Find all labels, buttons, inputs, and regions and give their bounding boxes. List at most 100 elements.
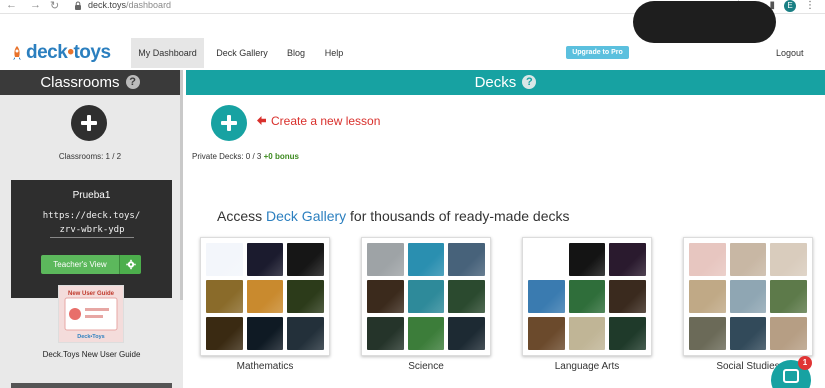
deck-thumbnail[interactable] bbox=[568, 243, 606, 276]
bonus-count: +0 bonus bbox=[263, 152, 299, 161]
deck-thumbnail[interactable] bbox=[407, 243, 445, 276]
chat-notification-badge: 1 bbox=[798, 356, 812, 370]
deck-thumbnail-grid bbox=[206, 243, 324, 350]
upgrade-to-pro-button[interactable]: Upgrade to Pro bbox=[566, 46, 629, 59]
deck-thumbnail[interactable] bbox=[206, 317, 243, 350]
deck-thumbnail[interactable] bbox=[568, 317, 606, 350]
guide-thumb-title: New User Guide bbox=[68, 291, 115, 297]
url-path: /dashboard bbox=[126, 0, 172, 10]
classroom-settings-button[interactable] bbox=[119, 255, 141, 274]
create-lesson-label: Create a new lesson bbox=[271, 114, 381, 128]
decks-title: Decks bbox=[474, 74, 517, 91]
deck-thumbnail[interactable] bbox=[287, 243, 324, 276]
deck-thumbnail[interactable] bbox=[729, 317, 767, 350]
deck-thumbnail-grid bbox=[367, 243, 485, 350]
deck-category-card[interactable] bbox=[200, 237, 330, 356]
deck-thumbnail[interactable] bbox=[770, 317, 807, 350]
chat-icon bbox=[783, 369, 799, 383]
deck-category-label[interactable]: Mathematics bbox=[200, 361, 330, 372]
deck-category-label[interactable]: Science bbox=[361, 361, 491, 372]
user-guide-image: New User Guide Deck•Toys bbox=[59, 286, 123, 342]
deck-thumbnail[interactable] bbox=[689, 317, 726, 350]
profile-avatar[interactable]: E bbox=[784, 0, 796, 12]
add-classroom-button[interactable] bbox=[71, 105, 107, 141]
deck-thumbnail[interactable] bbox=[367, 280, 404, 313]
logo-text: deck•toys bbox=[26, 42, 111, 63]
decks-header: Decks ? bbox=[186, 70, 825, 95]
deck-thumbnail[interactable] bbox=[367, 243, 404, 276]
logout-link[interactable]: Logout bbox=[776, 38, 804, 68]
url-field[interactable]: deck.toys/dashboard bbox=[88, 0, 171, 10]
user-guide-label[interactable]: Deck.Toys New User Guide bbox=[0, 350, 183, 359]
deck-thumbnail[interactable] bbox=[407, 280, 445, 313]
deck-thumbnail[interactable] bbox=[206, 243, 243, 276]
deck-thumbnail[interactable] bbox=[568, 280, 606, 313]
deck-thumbnail[interactable] bbox=[609, 280, 646, 313]
deck-thumbnail[interactable] bbox=[367, 317, 404, 350]
teacher-view-button[interactable]: Teacher's View bbox=[41, 255, 119, 274]
classrooms-help-icon[interactable]: ? bbox=[125, 75, 140, 89]
classrooms-sidebar: Classrooms ? Classrooms: 1 / 2 Prueba1 h… bbox=[0, 70, 183, 388]
deck-thumbnail[interactable] bbox=[246, 317, 284, 350]
deck-thumbnail[interactable] bbox=[246, 243, 284, 276]
classroom-name: Prueba1 bbox=[72, 190, 111, 201]
deck-thumbnail[interactable] bbox=[528, 280, 565, 313]
deck-thumbnail[interactable] bbox=[246, 280, 284, 313]
deck-thumbnail[interactable] bbox=[448, 243, 485, 276]
create-lesson-link[interactable]: Create a new lesson bbox=[256, 114, 380, 128]
guide-thumb-brand: Deck•Toys bbox=[77, 334, 105, 340]
arrow-left-icon bbox=[257, 116, 266, 125]
back-icon[interactable]: ← bbox=[6, 0, 17, 11]
classroom-code: zrv-wbrk-ydp bbox=[50, 225, 134, 238]
deck-thumbnail[interactable] bbox=[407, 317, 445, 350]
classroom-url: https://deck.toys/ bbox=[42, 211, 141, 221]
deck-thumbnail[interactable] bbox=[609, 317, 646, 350]
deck-thumbnail[interactable] bbox=[448, 280, 485, 313]
deck-thumbnail[interactable] bbox=[770, 243, 807, 276]
deck-thumbnail[interactable] bbox=[528, 317, 565, 350]
forward-icon[interactable]: → bbox=[30, 0, 41, 11]
gallery-promo: Access Deck Gallery for thousands of rea… bbox=[217, 208, 570, 224]
nav-help[interactable]: Help bbox=[317, 38, 351, 68]
deck-thumbnail[interactable] bbox=[689, 280, 726, 313]
deck-category-label[interactable]: Language Arts bbox=[522, 361, 652, 372]
deck-thumbnail[interactable] bbox=[287, 280, 324, 313]
reload-icon[interactable]: ↻ bbox=[50, 0, 59, 12]
user-guide-thumbnail[interactable]: New User Guide Deck•Toys bbox=[58, 285, 124, 343]
nav-my-dashboard[interactable]: My Dashboard bbox=[131, 38, 204, 68]
classrooms-header: Classrooms ? bbox=[0, 70, 180, 95]
deck-category-card[interactable] bbox=[522, 237, 652, 356]
deck-thumbnail[interactable] bbox=[689, 243, 726, 276]
deck-thumbnail[interactable] bbox=[528, 243, 565, 276]
deck-thumbnail-grid bbox=[528, 243, 646, 350]
classroom-count: Classrooms: 1 / 2 bbox=[58, 152, 122, 161]
deck-thumbnail[interactable] bbox=[609, 243, 646, 276]
deck-thumbnail[interactable] bbox=[448, 317, 485, 350]
nav-blog[interactable]: Blog bbox=[280, 38, 312, 68]
lock-icon bbox=[75, 1, 81, 10]
private-decks-count: Private Decks: 0 / 3 +0 bonus bbox=[192, 152, 299, 161]
rocket-icon bbox=[13, 46, 21, 60]
redacted-user-area bbox=[633, 1, 776, 43]
deck-category-card[interactable] bbox=[683, 237, 813, 356]
classrooms-title: Classrooms bbox=[40, 74, 120, 91]
sidebar-scrollbar[interactable] bbox=[180, 70, 183, 300]
deck-thumbnail[interactable] bbox=[729, 243, 767, 276]
create-deck-button[interactable] bbox=[211, 105, 247, 141]
deck-thumbnail[interactable] bbox=[287, 317, 324, 350]
next-sidebar-card bbox=[11, 383, 172, 388]
deck-thumbnail[interactable] bbox=[206, 280, 243, 313]
deck-thumbnail[interactable] bbox=[770, 280, 807, 313]
url-host: deck.toys bbox=[88, 0, 127, 10]
classroom-card: Prueba1 https://deck.toys/ zrv-wbrk-ydp … bbox=[11, 180, 172, 298]
dashboard-page: ← → ↻ deck.toys/dashboard G ⊞ ⇪ ☆ ▮ E ⋮ … bbox=[0, 0, 825, 388]
decks-help-icon[interactable]: ? bbox=[522, 75, 537, 89]
deck-gallery-link[interactable]: Deck Gallery bbox=[266, 208, 346, 224]
deck-category-card[interactable] bbox=[361, 237, 491, 356]
gear-icon bbox=[126, 259, 136, 270]
decktoys-logo[interactable]: deck•toys bbox=[10, 42, 111, 64]
deck-thumbnail[interactable] bbox=[729, 280, 767, 313]
nav-deck-gallery[interactable]: Deck Gallery bbox=[209, 38, 275, 68]
deck-thumbnail-grid bbox=[689, 243, 807, 350]
browser-menu-icon[interactable]: ⋮ bbox=[805, 0, 815, 12]
